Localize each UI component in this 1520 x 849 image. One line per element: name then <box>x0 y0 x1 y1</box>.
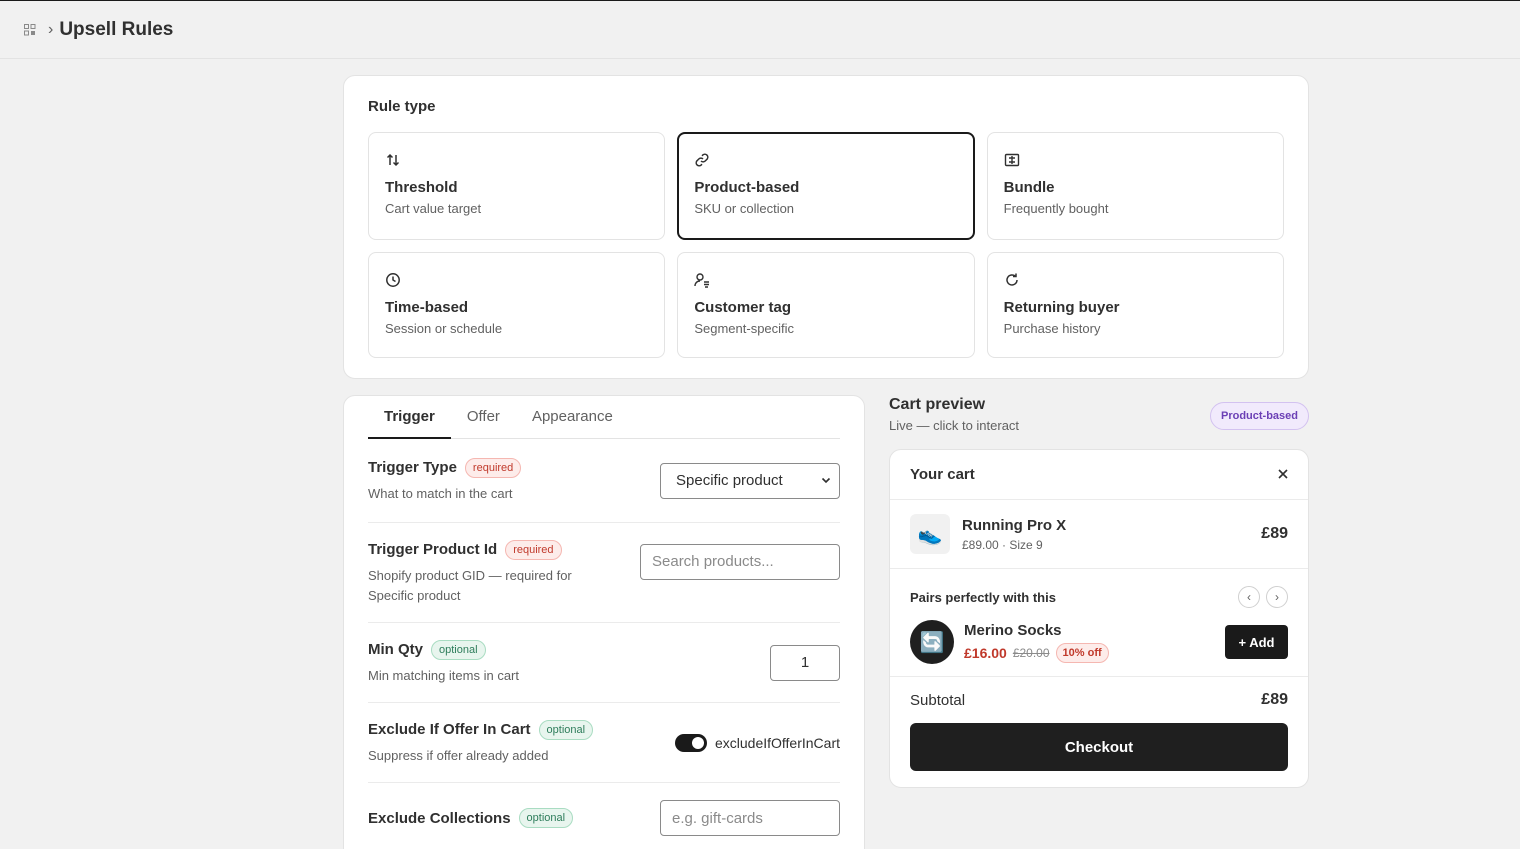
chevron-down-icon <box>821 472 831 489</box>
checkout-button[interactable]: Checkout <box>910 723 1288 771</box>
exclude-offer-toggle-wrap: excludeIfOfferInCart <box>674 733 840 752</box>
product-price: £89 <box>1261 525 1288 542</box>
rule-option-title: Returning buyer <box>1003 299 1120 316</box>
min-qty-input[interactable]: 1 <box>770 644 840 681</box>
rule-option-returning-buyer[interactable]: Returning buyer Purchase history <box>986 252 1284 358</box>
settings-tabs: Trigger Offer Appearance <box>368 396 840 439</box>
optional-badge: optional <box>431 639 486 660</box>
product-thumbnail: 👟 <box>910 514 950 554</box>
rule-option-title: Threshold <box>385 179 458 196</box>
cart-header: Your cart <box>890 450 1308 500</box>
clock-icon <box>385 269 648 291</box>
upsell-title: Pairs perfectly with this <box>910 589 1056 605</box>
rule-option-subtitle: Frequently bought <box>1003 201 1109 216</box>
input-placeholder: Search products... <box>652 553 774 570</box>
product-name: Running Pro X <box>962 516 1067 534</box>
field-exclude-offer: Exclude If Offer In Cart optional Suppre… <box>368 703 840 783</box>
field-label: Trigger Type <box>368 459 457 476</box>
field-help: Suppress if offer already added <box>368 747 549 763</box>
select-value: Specific product <box>676 472 783 489</box>
rule-type-title: Rule type <box>368 98 436 115</box>
chevron-right-icon[interactable]: › <box>1266 586 1288 608</box>
rule-option-bundle[interactable]: Bundle Frequently bought <box>986 132 1284 240</box>
rule-option-title: Bundle <box>1003 179 1055 196</box>
rule-settings-card: Trigger Offer Appearance Trigger Type re… <box>343 395 865 849</box>
arrows-up-down-icon <box>385 149 648 171</box>
field-trigger-product-id: Trigger Product Id required Shopify prod… <box>368 523 840 623</box>
page-title: Upsell Rules <box>59 18 174 40</box>
rule-option-subtitle: Purchase history <box>1003 321 1101 336</box>
rule-option-time-based[interactable]: Time-based Session or schedule <box>368 252 666 358</box>
discount-badge: 10% off <box>1055 642 1109 663</box>
tab-trigger[interactable]: Trigger <box>368 396 451 439</box>
upsell-original-price: £20.00 <box>1012 645 1050 660</box>
field-label: Exclude Collections <box>368 809 511 827</box>
rule-option-title: Product-based <box>694 179 800 196</box>
rule-option-title: Customer tag <box>694 299 792 316</box>
rule-option-subtitle: Cart value target <box>385 201 482 216</box>
cart-title: Your cart <box>910 466 975 483</box>
tab-offer[interactable]: Offer <box>451 396 516 438</box>
refresh-icon <box>1004 269 1267 291</box>
field-trigger-type: Trigger Type required What to match in t… <box>368 439 840 523</box>
field-label: Min Qty <box>368 641 423 658</box>
optional-badge: optional <box>538 719 594 740</box>
rule-type-grid: Threshold Cart value target Product-base… <box>368 132 1284 358</box>
rule-type-badge: Product-based <box>1209 402 1309 430</box>
product-meta: £89.00 · Size 9 <box>962 537 1043 552</box>
rule-option-product-based[interactable]: Product-based SKU or collection <box>677 132 975 240</box>
field-label: Exclude If Offer In Cart <box>368 721 531 738</box>
cart-line-item: 👟 Running Pro X £89.00 · Size 9 £89 <box>890 500 1308 569</box>
toggle-label: excludeIfOfferInCart <box>714 734 840 751</box>
exclude-collections-input[interactable]: e.g. gift-cards <box>660 800 840 836</box>
rule-option-threshold[interactable]: Threshold Cart value target <box>368 132 666 240</box>
field-label: Trigger Product Id <box>368 541 498 558</box>
required-badge: required <box>505 539 562 560</box>
cart-subtotal: Subtotal £89 <box>890 677 1308 723</box>
upsell-offer: Pairs perfectly with this ‹ › 🔄 Merino S… <box>890 569 1308 677</box>
chevron-left-icon[interactable]: ‹ <box>1238 586 1260 608</box>
rule-option-subtitle: Session or schedule <box>385 321 503 336</box>
close-icon[interactable] <box>1278 466 1288 484</box>
cart-preview-header: Cart preview Live — click to interact Pr… <box>889 395 1309 435</box>
field-help: What to match in the cart <box>368 485 513 501</box>
upsell-price: £16.00 <box>964 644 1007 661</box>
customer-tag-icon <box>694 269 957 291</box>
rule-option-title: Time-based <box>385 299 469 316</box>
bundle-box-icon <box>1004 149 1267 171</box>
rule-option-subtitle: Segment-specific <box>694 321 795 336</box>
rule-option-customer-tag[interactable]: Customer tag Segment-specific <box>677 252 975 358</box>
field-help: Min matching items in cart <box>368 667 519 683</box>
required-badge: required <box>464 457 522 478</box>
rule-type-card: Rule type Threshold Cart value target Pr… <box>343 75 1309 379</box>
input-placeholder: e.g. gift-cards <box>672 809 763 827</box>
product-search-input[interactable]: Search products... <box>640 543 840 580</box>
subtotal-label: Subtotal <box>910 691 966 709</box>
breadcrumb-separator: › <box>48 20 54 38</box>
upsell-thumbnail: 🔄 <box>910 620 954 664</box>
link-icon <box>694 149 957 171</box>
tab-appearance[interactable]: Appearance <box>516 396 629 438</box>
trigger-type-select[interactable]: Specific product <box>660 462 840 499</box>
rule-option-subtitle: SKU or collection <box>694 201 795 216</box>
subtotal-value: £89 <box>1261 691 1288 708</box>
field-help: Shopify product GID — required for Speci… <box>368 567 572 603</box>
optional-badge: optional <box>518 808 574 828</box>
upsell-product-name: Merino Socks <box>964 621 1062 639</box>
field-min-qty: Min Qty optional Min matching items in c… <box>368 623 840 703</box>
add-upsell-button[interactable]: + Add <box>1225 625 1288 659</box>
apps-grid-icon[interactable] <box>22 22 38 38</box>
top-bar: › Upsell Rules <box>0 1 1520 59</box>
exclude-offer-toggle[interactable] <box>674 733 707 752</box>
field-exclude-collections: Exclude Collections optional e.g. gift-c… <box>368 783 840 849</box>
cart-preview: Your cart 👟 Running Pro X £89.00 · Size … <box>889 449 1309 788</box>
